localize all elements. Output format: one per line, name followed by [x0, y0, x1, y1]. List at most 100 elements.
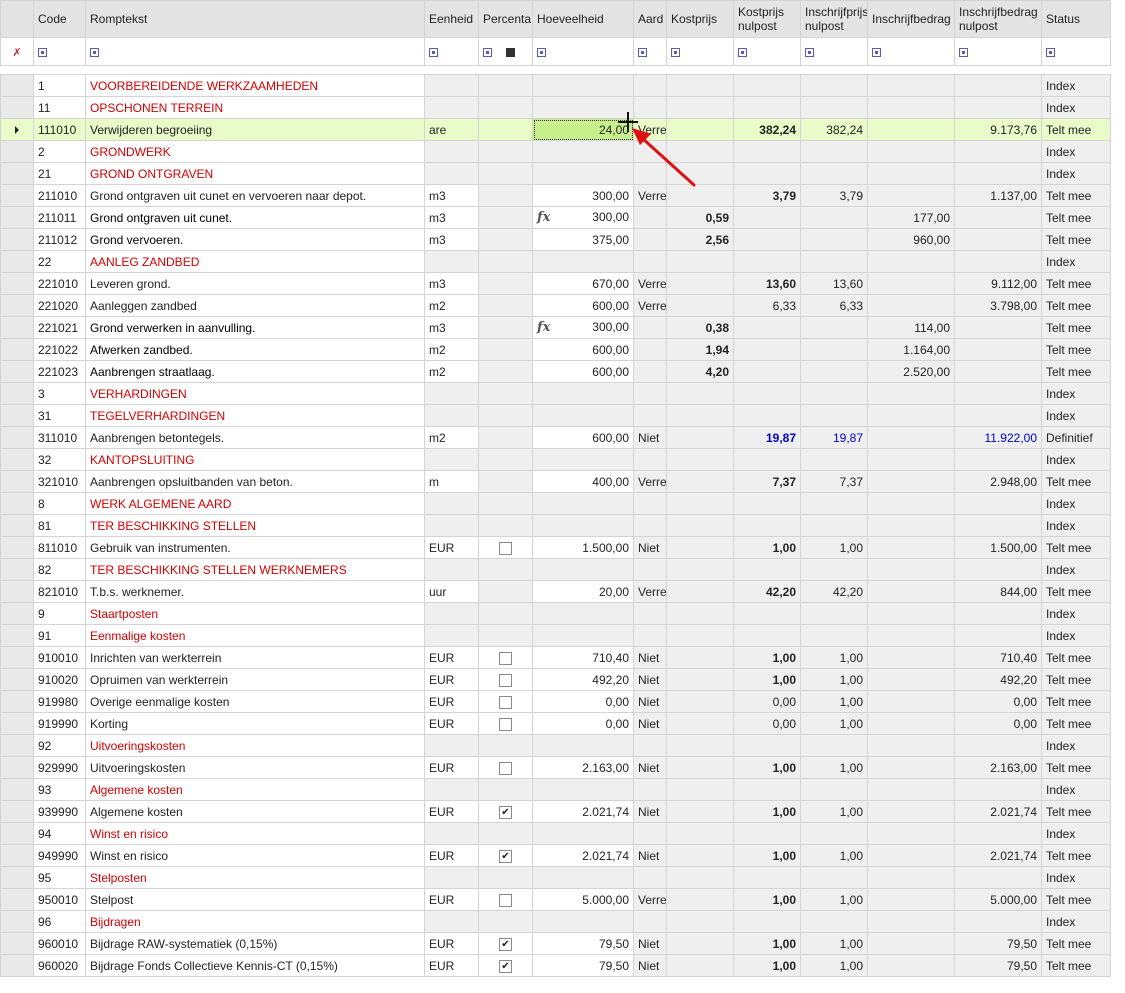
cell-code[interactable]: 221022 [33, 338, 86, 361]
cell-status[interactable]: Telt mee [1041, 272, 1111, 295]
cell-kind[interactable] [633, 250, 667, 273]
cell-pct[interactable] [478, 382, 533, 405]
cell-code[interactable]: 96 [33, 910, 86, 933]
cell-status[interactable]: Telt mee [1041, 580, 1111, 603]
cell-price[interactable] [800, 360, 868, 383]
cell-amountzero[interactable] [954, 778, 1042, 801]
cell-status[interactable]: Telt mee [1041, 316, 1111, 339]
cell-text[interactable]: Aanbrengen opsluitbanden van beton. [85, 470, 425, 493]
cell-cost[interactable] [666, 272, 734, 295]
cell-pct[interactable] [478, 712, 533, 735]
cell-amount[interactable] [867, 822, 955, 845]
table-row[interactable]: 821010 T.b.s. werknemer. uur 20,00 Verre 42,2… [0, 580, 1111, 603]
cell-qty[interactable]: 600,00 [532, 294, 634, 317]
cell-kind[interactable]: Niet [633, 932, 667, 955]
cell-pct[interactable] [478, 822, 533, 845]
cell-text[interactable]: Leveren grond. [85, 272, 425, 295]
table-row[interactable]: 321010 Aanbrengen opsluitbanden van beton… [0, 470, 1111, 493]
row-indicator[interactable] [0, 646, 34, 669]
cell-status[interactable]: Index [1041, 778, 1111, 801]
cell-amount[interactable] [867, 712, 955, 735]
cell-pct[interactable] [478, 580, 533, 603]
cell-qty[interactable]: 5.000,00 [532, 888, 634, 911]
cell-qty[interactable] [532, 866, 634, 889]
cell-cost[interactable]: 1,94 [666, 338, 734, 361]
cell-amountzero[interactable] [954, 404, 1042, 427]
cell-unit[interactable]: m2 [424, 360, 479, 383]
cell-status[interactable]: Telt mee [1041, 756, 1111, 779]
cell-qty[interactable]: fx 300,00 [532, 206, 634, 229]
cell-price[interactable]: 42,20 [800, 580, 868, 603]
cell-status[interactable]: Telt mee [1041, 206, 1111, 229]
row-indicator[interactable] [0, 272, 34, 295]
cell-cost[interactable] [666, 734, 734, 757]
cell-cost[interactable] [666, 844, 734, 867]
cell-code[interactable]: 811010 [33, 536, 86, 559]
row-indicator[interactable] [0, 404, 34, 427]
cell-costzero[interactable] [733, 866, 801, 889]
cell-costzero[interactable] [733, 74, 801, 97]
cell-text[interactable]: WERK ALGEMENE AARD [85, 492, 425, 515]
cell-amountzero[interactable] [954, 382, 1042, 405]
cell-unit[interactable] [424, 602, 479, 625]
cell-cost[interactable] [666, 162, 734, 185]
cell-status[interactable]: Index [1041, 140, 1111, 163]
cell-kind[interactable] [633, 338, 667, 361]
filter-icon[interactable] [537, 47, 546, 57]
cell-unit[interactable] [424, 382, 479, 405]
cell-status[interactable]: Index [1041, 96, 1111, 119]
cell-cost[interactable] [666, 426, 734, 449]
cell-pct[interactable] [478, 162, 533, 185]
cell-amountzero[interactable] [954, 140, 1042, 163]
cell-pct[interactable] [478, 206, 533, 229]
checkbox-checked[interactable]: ✔ [499, 849, 512, 863]
cell-qty[interactable] [532, 734, 634, 757]
row-indicator[interactable] [0, 558, 34, 581]
cell-amountzero[interactable]: 2.021,74 [954, 800, 1042, 823]
cell-amount[interactable] [867, 844, 955, 867]
cell-pct[interactable] [478, 734, 533, 757]
cell-amountzero[interactable] [954, 602, 1042, 625]
cell-text[interactable]: Winst en risico [85, 844, 425, 867]
cell-code[interactable]: 311010 [33, 426, 86, 449]
cell-code[interactable]: 3 [33, 382, 86, 405]
cell-amount[interactable]: 2.520,00 [867, 360, 955, 383]
cell-text[interactable]: Bijdrage Fonds Collectieve Kennis-CT (0,… [85, 954, 425, 977]
cell-qty[interactable]: 600,00 [532, 360, 634, 383]
cell-amount[interactable] [867, 668, 955, 691]
cell-status[interactable]: Index [1041, 250, 1111, 273]
column-header-price-zero[interactable]: Inschrijfprijs nulpost [800, 0, 868, 38]
cell-status[interactable]: Telt mee [1041, 844, 1111, 867]
cell-amount[interactable] [867, 272, 955, 295]
cell-code[interactable]: 919990 [33, 712, 86, 735]
cell-amountzero[interactable]: 492,20 [954, 668, 1042, 691]
cell-qty[interactable] [532, 514, 634, 537]
cell-cost[interactable] [666, 888, 734, 911]
cell-amount[interactable] [867, 96, 955, 119]
cell-unit[interactable]: m2 [424, 426, 479, 449]
cell-text[interactable]: T.b.s. werknemer. [85, 580, 425, 603]
table-row[interactable]: 221020 Aanleggen zandbed m2 600,00 Verre 6,33… [0, 294, 1111, 317]
cell-unit[interactable]: EUR [424, 536, 479, 559]
cell-text[interactable]: Algemene kosten [85, 778, 425, 801]
cell-price[interactable]: 6,33 [800, 294, 868, 317]
cell-amount[interactable] [867, 426, 955, 449]
cell-amount[interactable] [867, 404, 955, 427]
cell-costzero[interactable]: 1,00 [733, 954, 801, 977]
cell-status[interactable]: Telt mee [1041, 668, 1111, 691]
cell-costzero[interactable] [733, 316, 801, 339]
cell-price[interactable]: 7,37 [800, 470, 868, 493]
cell-unit[interactable]: m [424, 470, 479, 493]
cell-price[interactable] [800, 382, 868, 405]
cell-costzero[interactable] [733, 492, 801, 515]
cell-costzero[interactable] [733, 624, 801, 647]
table-row[interactable]: 221023 Aanbrengen straatlaag. m2 600,00 4,20… [0, 360, 1111, 383]
cell-qty[interactable] [532, 624, 634, 647]
cell-amountzero[interactable] [954, 162, 1042, 185]
cell-status[interactable]: Index [1041, 162, 1111, 185]
cell-text[interactable]: OPSCHONEN TERREIN [85, 96, 425, 119]
cell-costzero[interactable]: 1,00 [733, 844, 801, 867]
cell-code[interactable]: 81 [33, 514, 86, 537]
cell-code[interactable]: 9 [33, 602, 86, 625]
group-row[interactable]: 3 VERHARDINGEN Index [0, 382, 1111, 405]
